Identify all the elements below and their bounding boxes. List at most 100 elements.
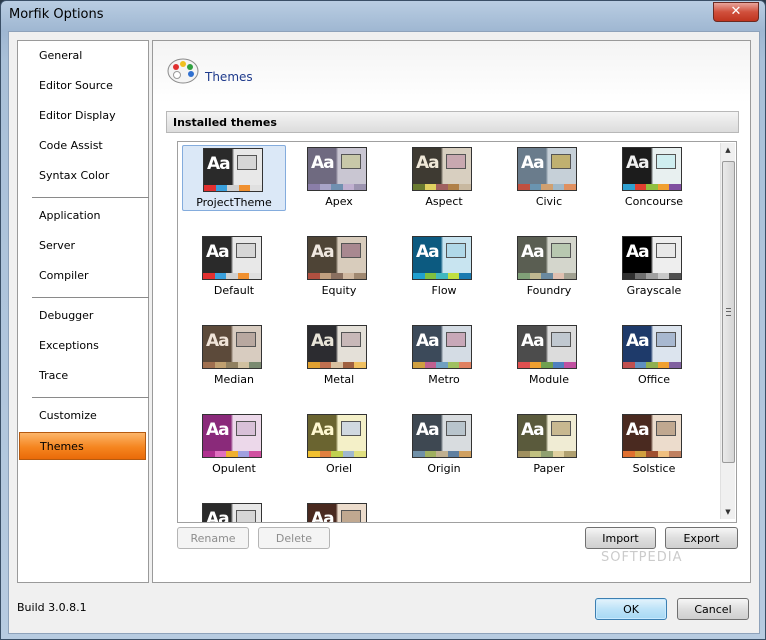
theme-color-swatch — [656, 243, 676, 258]
theme-accent-stripes — [623, 362, 681, 368]
sidebar-item-syntax-color[interactable]: Syntax Color — [19, 162, 146, 190]
theme-accent-stripes — [308, 451, 366, 457]
accent-swatch — [354, 451, 366, 457]
theme-color-swatch — [446, 154, 466, 169]
accent-swatch — [238, 185, 251, 191]
accent-swatch — [634, 273, 647, 279]
theme-name: Foundry — [526, 284, 572, 297]
theme-tile[interactable]: Aa Grayscale — [602, 234, 706, 300]
accent-swatch — [227, 185, 239, 191]
theme-tile[interactable]: Aa Equity — [287, 234, 391, 300]
theme-tile[interactable]: Aa — [287, 501, 391, 522]
accent-swatch — [237, 273, 250, 279]
options-window: Morfik Options ✕ General Editor Source Edi… — [0, 0, 766, 640]
accent-swatch — [459, 362, 471, 368]
accent-swatch — [226, 451, 238, 457]
scroll-down-icon[interactable]: ▼ — [721, 505, 735, 519]
theme-tile[interactable]: Aa Foundry — [497, 234, 601, 300]
close-button[interactable]: ✕ — [713, 2, 759, 22]
theme-accent-stripes — [203, 362, 261, 368]
theme-font-sample: Aa — [521, 153, 545, 173]
sidebar-item-debugger[interactable]: Debugger — [19, 302, 146, 330]
theme-tile[interactable]: Aa Module — [497, 323, 601, 389]
theme-tile[interactable]: Aa Civic — [497, 145, 601, 211]
theme-list[interactable]: ▲ ▼ Aa ProjectTheme Aa Apex Aa Aspect Aa Civic A… — [177, 141, 737, 523]
theme-tile[interactable]: Aa Flow — [392, 234, 496, 300]
accent-swatch — [249, 362, 261, 368]
theme-tile[interactable]: Aa Median — [182, 323, 286, 389]
accent-swatch — [646, 362, 658, 368]
sidebar-item-code-assist[interactable]: Code Assist — [19, 132, 146, 160]
scroll-thumb[interactable] — [722, 161, 735, 463]
sidebar-item-themes[interactable]: Themes — [19, 432, 146, 460]
export-button[interactable]: Export — [665, 527, 738, 549]
sidebar-separator — [32, 197, 149, 198]
sidebar-item-customize[interactable]: Customize — [19, 402, 146, 430]
ok-button[interactable]: OK — [595, 598, 667, 620]
delete-button[interactable]: Delete — [258, 527, 330, 549]
accent-swatch — [646, 184, 658, 190]
theme-thumbnail: Aa — [307, 147, 367, 191]
accent-swatch — [331, 184, 343, 190]
theme-thumbnail: Aa — [307, 503, 367, 522]
accent-swatch — [249, 451, 261, 457]
accent-swatch — [657, 362, 670, 368]
theme-tile[interactable]: Aa Aspect — [392, 145, 496, 211]
palette-icon — [167, 58, 199, 84]
accent-swatch — [634, 184, 647, 190]
sidebar-item-application[interactable]: Application — [19, 202, 146, 230]
theme-name: Oriel — [325, 462, 353, 475]
theme-tile[interactable]: Aa Apex — [287, 145, 391, 211]
sidebar-item-editor-source[interactable]: Editor Source — [19, 72, 146, 100]
vertical-scrollbar[interactable]: ▲ ▼ — [720, 143, 735, 519]
accent-swatch — [308, 362, 320, 368]
theme-tile[interactable]: Aa Metro — [392, 323, 496, 389]
sidebar-item-compiler[interactable]: Compiler — [19, 262, 146, 290]
accent-swatch — [203, 273, 215, 279]
theme-tile[interactable]: Aa Origin — [392, 412, 496, 478]
sidebar-item-trace[interactable]: Trace — [19, 362, 146, 390]
accent-swatch — [552, 362, 565, 368]
theme-tile[interactable]: Aa Concourse — [602, 145, 706, 211]
theme-thumbnail: Aa — [307, 414, 367, 458]
theme-tile[interactable]: Aa Solstice — [602, 412, 706, 478]
sidebar-item-exceptions[interactable]: Exceptions — [19, 332, 146, 360]
theme-tile[interactable]: Aa Opulent — [182, 412, 286, 478]
accent-swatch — [669, 184, 681, 190]
theme-tile[interactable]: Aa Paper — [497, 412, 601, 478]
accent-swatch — [436, 362, 448, 368]
theme-tile[interactable]: Aa ProjectTheme — [182, 145, 286, 211]
theme-accent-stripes — [518, 184, 576, 190]
theme-color-swatch — [237, 155, 257, 170]
theme-name: Apex — [325, 195, 353, 208]
theme-color-swatch — [551, 243, 571, 258]
theme-tile[interactable]: Aa Oriel — [287, 412, 391, 478]
accent-swatch — [413, 451, 425, 457]
theme-font-sample: Aa — [206, 331, 230, 351]
accent-swatch — [342, 362, 355, 368]
accent-swatch — [342, 451, 355, 457]
rename-button[interactable]: Rename — [177, 527, 249, 549]
import-button[interactable]: Import — [585, 527, 656, 549]
scroll-up-icon[interactable]: ▲ — [721, 143, 735, 157]
theme-font-sample: Aa — [521, 242, 545, 262]
cancel-button[interactable]: Cancel — [677, 598, 749, 620]
accent-swatch — [541, 362, 553, 368]
theme-font-sample: Aa — [311, 153, 335, 173]
sidebar-item-editor-display[interactable]: Editor Display — [19, 102, 146, 130]
accent-swatch — [413, 184, 425, 190]
sidebar-item-general[interactable]: General — [19, 42, 146, 70]
theme-accent-stripes — [518, 273, 576, 279]
accent-swatch — [552, 451, 565, 457]
sidebar-item-server[interactable]: Server — [19, 232, 146, 260]
theme-color-swatch — [341, 510, 361, 522]
theme-tile[interactable]: Aa Default — [182, 234, 286, 300]
theme-tile[interactable]: Aa Metal — [287, 323, 391, 389]
accent-swatch — [308, 451, 320, 457]
accent-swatch — [249, 273, 261, 279]
theme-font-sample: Aa — [416, 153, 440, 173]
accent-swatch — [319, 451, 332, 457]
theme-color-swatch — [236, 243, 256, 258]
theme-tile[interactable]: Aa — [182, 501, 286, 522]
theme-tile[interactable]: Aa Office — [602, 323, 706, 389]
